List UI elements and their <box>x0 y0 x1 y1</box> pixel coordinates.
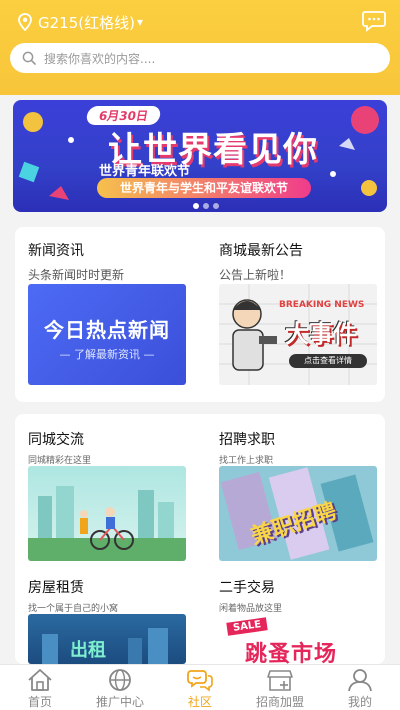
rent-image-title: 出租 <box>70 640 106 661</box>
jobs-title: 招聘求职 <box>219 432 275 448</box>
news-title: 新闻资讯 <box>28 243 84 259</box>
city-image[interactable] <box>28 466 186 561</box>
carousel-dot[interactable] <box>203 203 209 209</box>
location-selector[interactable]: G215(红格线) ▾ <box>18 12 143 32</box>
notice-image-title: 大事件 <box>285 320 357 348</box>
trade-image-title: 跳蚤市场 <box>245 642 338 664</box>
news-image-caption: — 了解最新资讯 — <box>59 348 155 361</box>
jobs-section[interactable]: 招聘求职 找工作上求职 <box>219 429 377 466</box>
chat-bubbles-icon <box>187 670 213 692</box>
jobs-image[interactable]: 兼职招聘 <box>219 466 377 561</box>
search-placeholder: 搜索你喜欢的内容.... <box>44 51 156 66</box>
tab-label: 首页 <box>27 695 52 709</box>
city-illustration <box>28 486 186 561</box>
trade-subtitle: 闲着物品放这里 <box>219 604 283 614</box>
rent-title: 房屋租赁 <box>28 580 84 596</box>
location-text: G215(红格线) <box>38 13 135 32</box>
notice-section[interactable]: 商城最新公告 公告上新啦！ <box>219 240 377 283</box>
bottom-tab-bar: 首页 推广中心 社区 招商加盟 我的 <box>0 664 400 710</box>
carousel-indicator <box>193 203 219 209</box>
services-card: 同城交流 同城精彩在这里 招聘求职 找工作上求职 兼职招聘 房屋租赁 找一个属于… <box>15 414 385 664</box>
rent-section[interactable]: 房屋租赁 找一个属于自己的小窝 <box>28 577 186 614</box>
tab-home[interactable]: 首页 <box>0 665 80 710</box>
header-bar: G215(红格线) ▾ 搜索你喜欢的内容.... <box>0 0 400 95</box>
trade-section[interactable]: 二手交易 闲着物品放这里 <box>219 577 377 614</box>
city-section[interactable]: 同城交流 同城精彩在这里 <box>28 429 186 466</box>
search-input[interactable]: 搜索你喜欢的内容.... <box>10 43 390 73</box>
trade-title: 二手交易 <box>219 580 275 596</box>
breaking-news-heading: BREAKING NEWS <box>279 300 365 310</box>
tab-profile[interactable]: 我的 <box>320 665 400 710</box>
banner-subtitle: 世界青年联欢节 <box>99 164 191 179</box>
tab-label: 招商加盟 <box>255 695 304 709</box>
notice-image[interactable]: BREAKING NEWS 大事件 点击查看详情 <box>219 284 377 385</box>
banner-strip: 世界青年与学生和平友谊联欢节 <box>97 178 311 198</box>
notice-subtitle: 公告上新啦！ <box>219 268 292 282</box>
news-section[interactable]: 新闻资讯 头条新闻时时更新 <box>28 240 186 283</box>
message-button[interactable] <box>362 10 386 32</box>
rent-illustration <box>42 628 168 664</box>
news-image[interactable]: 今日热点新闻 — 了解最新资讯 — <box>28 284 186 385</box>
notice-image-button: 点击查看详情 <box>289 354 367 368</box>
tab-label: 推广中心 <box>95 695 144 709</box>
promo-banner[interactable]: 6月30日 让世界看见你 世界青年联欢节 世界青年与学生和平友谊联欢节 <box>13 100 387 212</box>
news-image-title: 今日热点新闻 <box>44 318 170 342</box>
home-icon <box>28 669 52 691</box>
tab-franchise[interactable]: 招商加盟 <box>240 665 320 710</box>
rent-subtitle: 找一个属于自己的小窝 <box>28 604 119 614</box>
location-pin-icon <box>18 13 32 31</box>
carousel-dot[interactable] <box>193 203 199 209</box>
message-icon <box>362 11 386 32</box>
tab-label: 我的 <box>347 695 372 709</box>
notice-title: 商城最新公告 <box>219 243 303 259</box>
tab-promotion-center[interactable]: 推广中心 <box>80 665 160 710</box>
person-icon <box>348 669 372 692</box>
news-subtitle: 头条新闻时时更新 <box>28 268 125 282</box>
carousel-dot[interactable] <box>213 203 219 209</box>
globe-icon <box>109 669 131 691</box>
trade-image[interactable]: SALE 跳蚤市场 <box>219 614 377 664</box>
city-title: 同城交流 <box>28 432 84 448</box>
tab-community[interactable]: 社区 <box>160 665 240 710</box>
rent-image[interactable]: 出租 <box>28 614 186 664</box>
sale-badge: SALE <box>226 617 268 636</box>
chevron-down-icon: ▾ <box>136 15 143 29</box>
search-icon <box>22 51 36 65</box>
shop-icon <box>267 670 293 691</box>
news-notice-card: 新闻资讯 头条新闻时时更新 今日热点新闻 — 了解最新资讯 — 商城最新公告 公… <box>15 227 385 402</box>
tab-label: 社区 <box>187 695 212 709</box>
city-subtitle: 同城精彩在这里 <box>28 456 92 466</box>
jobs-subtitle: 找工作上求职 <box>219 456 274 466</box>
